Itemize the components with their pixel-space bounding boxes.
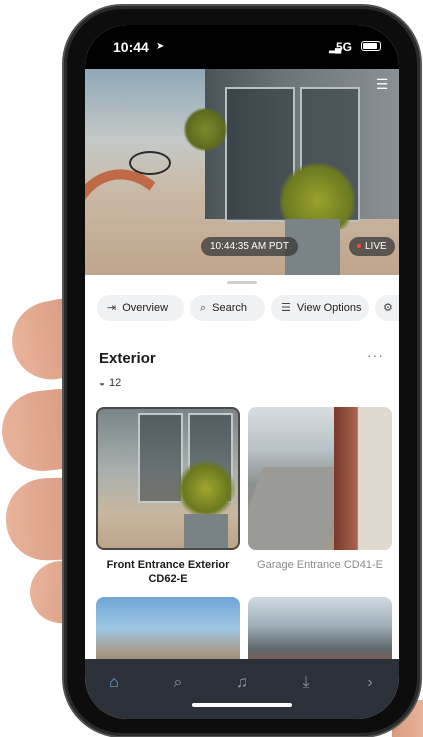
camera-count: ◒ 12 (99, 377, 121, 389)
sliders-icon: ☰ (281, 302, 291, 314)
camera-name: Garage Entrance CD41-E (257, 559, 383, 571)
camera-icon: ◒ (99, 378, 106, 389)
bottom-tab-bar: ⌂ ⌕ ♫ ⤓ › (85, 659, 399, 719)
home-icon[interactable]: ⌂ (99, 671, 129, 695)
view-options-button[interactable]: ☰ View Options (271, 295, 369, 321)
phone-frame: 10:44 ➤ ▂▄ 5G ☰ 10:44:35 AM PDT LIVE ⇥ Ov… (64, 6, 420, 736)
overview-icon: ⇥ (107, 302, 117, 314)
live-dot-icon (357, 244, 361, 249)
bell-icon[interactable]: ♫ (227, 671, 257, 695)
feed-timestamp: 10:44:35 AM PDT (201, 237, 298, 256)
network-type: 5G (336, 40, 353, 54)
toolbar: ⇥ Overview ⌕ Search ☰ View Options ⚙ (97, 295, 399, 323)
feed-curb (85, 159, 198, 275)
camera-count-value: 12 (109, 377, 122, 389)
feed-plant (183, 107, 228, 152)
chevron-right-icon[interactable]: › (355, 671, 385, 695)
status-bar: 10:44 ➤ ▂▄ 5G (85, 25, 399, 69)
more-options-icon[interactable]: ··· (367, 347, 384, 363)
gear-icon: ⚙ (383, 302, 393, 314)
camera-tile-garage-entrance[interactable] (248, 407, 392, 550)
feed-bicycle (129, 151, 171, 175)
group-title: Exterior (99, 350, 156, 367)
live-label: LIVE (365, 241, 387, 252)
notch (173, 25, 323, 55)
tile-plant (176, 459, 236, 519)
camera-name: Front Entrance Exterior CD62-E (106, 559, 230, 585)
download-icon[interactable]: ⤓ (291, 671, 321, 695)
tile-wall (334, 407, 392, 550)
sheet-grabber[interactable] (227, 281, 257, 284)
view-options-label: View Options (296, 302, 362, 314)
live-badge[interactable]: LIVE (349, 237, 395, 256)
tile-planter (184, 514, 228, 548)
overview-label: Overview (122, 302, 169, 314)
location-arrow-icon: ➤ (156, 41, 165, 52)
settings-button[interactable]: ⚙ (375, 295, 399, 321)
home-indicator (192, 703, 292, 707)
search-icon[interactable]: ⌕ (163, 671, 193, 695)
live-camera-feed[interactable]: ☰ 10:44:35 AM PDT LIVE (85, 69, 399, 275)
hamburger-menu-icon[interactable]: ☰ (373, 77, 391, 91)
search-icon: ⌕ (200, 302, 207, 314)
battery-icon (361, 41, 381, 51)
search-button[interactable]: ⌕ Search (190, 295, 265, 321)
status-time: 10:44 (113, 39, 149, 55)
phone-screen: 10:44 ➤ ▂▄ 5G ☰ 10:44:35 AM PDT LIVE ⇥ Ov… (85, 25, 399, 719)
overview-button[interactable]: ⇥ Overview (97, 295, 184, 321)
camera-tile-front-entrance[interactable] (96, 407, 240, 550)
search-label: Search (212, 302, 248, 314)
